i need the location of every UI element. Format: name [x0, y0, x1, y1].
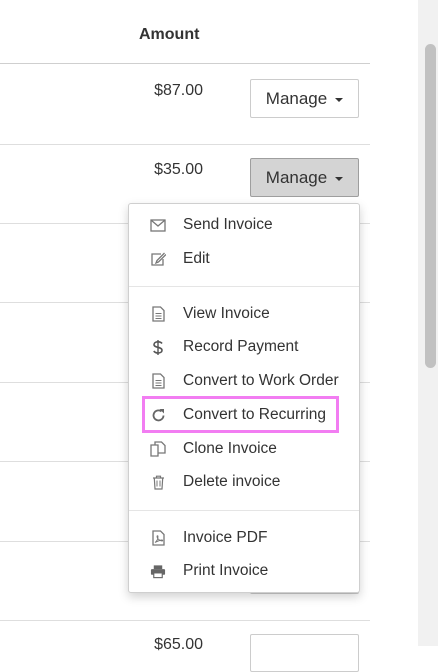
pdf-icon: [150, 530, 166, 546]
row-2-amount: $35.00: [154, 161, 203, 178]
menu-item-label: Send Invoice: [183, 216, 273, 233]
row-1-manage-button[interactable]: Manage: [250, 79, 359, 118]
caret-down-icon: [335, 97, 344, 102]
menu-divider: [129, 510, 359, 511]
menu-item-invoice-pdf[interactable]: Invoice PDF: [129, 523, 359, 553]
manage-button-label: Manage: [265, 88, 328, 108]
trash-icon: [150, 474, 166, 490]
redo-icon: [150, 407, 166, 423]
header-divider: [0, 63, 370, 64]
scrollbar-thumb[interactable]: [425, 44, 436, 368]
edit-icon: [150, 251, 166, 267]
menu-item-edit[interactable]: Edit: [129, 244, 359, 274]
menu-item-label: Convert to Work Order: [183, 372, 339, 389]
copy-icon: [150, 441, 166, 457]
menu-item-convert-to-recurring[interactable]: Convert to Recurring: [129, 400, 359, 430]
row-divider: [0, 620, 370, 621]
caret-down-icon: [335, 176, 344, 181]
manage-button-label: Manage: [265, 167, 328, 187]
menu-item-print-invoice[interactable]: Print Invoice: [129, 556, 359, 586]
menu-item-view-invoice[interactable]: View Invoice: [129, 299, 359, 329]
menu-item-record-payment[interactable]: Record Payment: [129, 332, 359, 362]
menu-item-label: Convert to Recurring: [183, 406, 327, 423]
dollar-icon: [150, 339, 166, 355]
file-icon: [150, 306, 166, 322]
menu-item-label: Delete invoice: [183, 473, 281, 490]
menu-divider: [129, 286, 359, 287]
menu-item-label: Record Payment: [183, 338, 299, 355]
manage-dropdown-menu: Send Invoice Edit View Invoice Record Pa…: [128, 203, 360, 593]
file-icon: [150, 373, 166, 389]
menu-item-label: Clone Invoice: [183, 440, 277, 457]
row-1-amount: $87.00: [154, 82, 203, 99]
menu-item-delete-invoice[interactable]: Delete invoice: [129, 467, 359, 497]
row-8-manage-button[interactable]: [250, 634, 359, 672]
row-8-amount: $65.00: [154, 636, 203, 653]
amount-column-header: Amount: [139, 26, 200, 43]
print-icon: [150, 563, 166, 579]
menu-item-convert-to-work-order[interactable]: Convert to Work Order: [129, 366, 359, 396]
menu-item-label: Print Invoice: [183, 562, 269, 579]
menu-item-label: Invoice PDF: [183, 529, 268, 546]
row-2-manage-button[interactable]: Manage: [250, 158, 359, 197]
envelope-icon: [150, 217, 166, 233]
menu-item-send-invoice[interactable]: Send Invoice: [129, 210, 359, 240]
row-divider: [0, 144, 370, 145]
menu-item-clone-invoice[interactable]: Clone Invoice: [129, 434, 359, 464]
menu-item-label: View Invoice: [183, 305, 270, 322]
menu-item-label: Edit: [183, 250, 210, 267]
